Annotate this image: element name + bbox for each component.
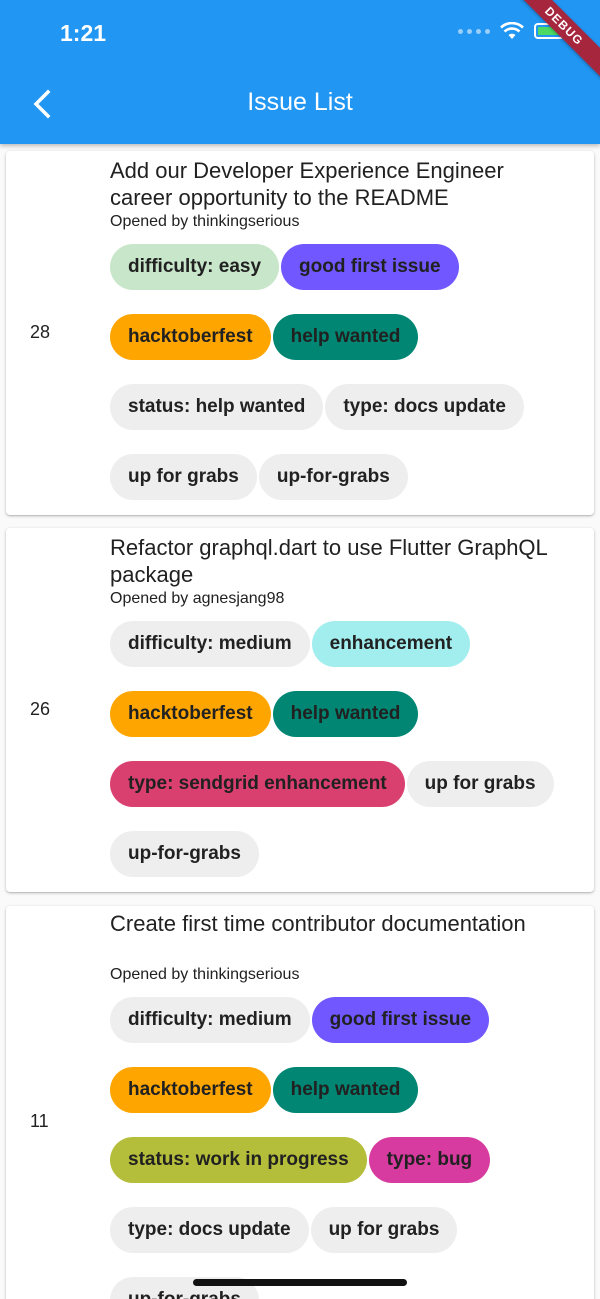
label-chip[interactable]: up for grabs bbox=[110, 454, 257, 500]
label-chip[interactable]: up-for-grabs bbox=[258, 454, 408, 500]
issue-number: 11 bbox=[30, 1111, 49, 1131]
status-time: 1:21 bbox=[60, 20, 107, 46]
issue-author: Opened by thinkingserious bbox=[110, 966, 300, 983]
signal-icon bbox=[458, 28, 490, 34]
issue-title: Add our Developer Experience Engineer ca… bbox=[110, 158, 504, 210]
label-chip[interactable]: difficulty: easy bbox=[110, 244, 280, 290]
issue-labels: difficulty: medium enhancement hacktoberfe… bbox=[110, 621, 590, 901]
label-chip[interactable]: up for grabs bbox=[310, 1207, 458, 1253]
label-row: hacktoberfest help wanted bbox=[110, 691, 590, 737]
label-chip[interactable]: hacktoberfest bbox=[110, 691, 271, 737]
issue-labels: difficulty: medium good first issue hackto… bbox=[110, 997, 590, 1299]
label-chip[interactable]: status: help wanted bbox=[110, 384, 324, 430]
label-chip[interactable]: help wanted bbox=[272, 691, 419, 737]
label-chip[interactable]: hacktoberfest bbox=[110, 314, 271, 360]
issue-title: Refactor graphql.dart to use Flutter Gra… bbox=[110, 535, 547, 587]
issue-list[interactable]: 28 Add our Developer Experience Engineer… bbox=[0, 144, 600, 1299]
label-chip[interactable]: hacktoberfest bbox=[110, 1067, 271, 1113]
label-chip[interactable]: type: docs update bbox=[110, 1207, 309, 1253]
issue-title: Create first time contributor documentat… bbox=[110, 911, 526, 936]
label-chip[interactable]: up-for-grabs bbox=[110, 831, 259, 877]
label-chip[interactable]: type: sendgrid enhancement bbox=[110, 761, 405, 807]
page-title: Issue List bbox=[247, 88, 353, 116]
issue-card[interactable]: 26 Refactor graphql.dart to use Flutter … bbox=[6, 528, 594, 892]
label-row: hacktoberfest help wanted bbox=[110, 1067, 590, 1113]
label-chip[interactable]: up for grabs bbox=[406, 761, 554, 807]
app-bar: 1:21 Issue List bbox=[0, 0, 600, 144]
issue-author: Opened by agnesjang98 bbox=[110, 590, 285, 607]
label-row: hacktoberfest help wanted bbox=[110, 314, 590, 360]
label-chip[interactable]: help wanted bbox=[272, 314, 419, 360]
issue-card[interactable]: 11 Create first time contributor documen… bbox=[6, 906, 594, 1299]
wifi-icon bbox=[500, 22, 524, 39]
label-chip[interactable]: status: work in progress bbox=[110, 1137, 367, 1183]
label-row: status: help wanted type: docs update bbox=[110, 384, 590, 430]
label-chip[interactable]: good first issue bbox=[311, 997, 490, 1043]
label-row: status: work in progress type: bug bbox=[110, 1137, 590, 1183]
label-row: difficulty: easy good first issue bbox=[110, 244, 590, 290]
issue-author: Opened by thinkingserious bbox=[110, 213, 300, 230]
home-indicator bbox=[193, 1279, 407, 1286]
label-chip[interactable]: difficulty: medium bbox=[110, 997, 310, 1043]
issue-card[interactable]: 28 Add our Developer Experience Engineer… bbox=[6, 151, 594, 515]
label-row: type: docs update up for grabs bbox=[110, 1207, 590, 1253]
issue-number: 28 bbox=[30, 322, 51, 342]
issue-labels: difficulty: easy good first issue hacktobe… bbox=[110, 244, 590, 524]
label-row: difficulty: medium enhancement bbox=[110, 621, 590, 667]
label-chip[interactable]: difficulty: medium bbox=[110, 621, 310, 667]
label-chip[interactable]: good first issue bbox=[281, 244, 459, 290]
label-chip[interactable]: help wanted bbox=[272, 1067, 419, 1113]
label-chip[interactable]: enhancement bbox=[311, 621, 471, 667]
label-row: up for grabs up-for-grabs bbox=[110, 454, 590, 500]
label-chip[interactable]: type: docs update bbox=[325, 384, 524, 430]
label-row: type: sendgrid enhancement up for grabs bbox=[110, 761, 590, 807]
issue-number: 26 bbox=[30, 699, 51, 719]
label-row: up-for-grabs bbox=[110, 831, 590, 877]
label-row: difficulty: medium good first issue bbox=[110, 997, 590, 1043]
label-chip[interactable]: type: bug bbox=[368, 1137, 491, 1183]
